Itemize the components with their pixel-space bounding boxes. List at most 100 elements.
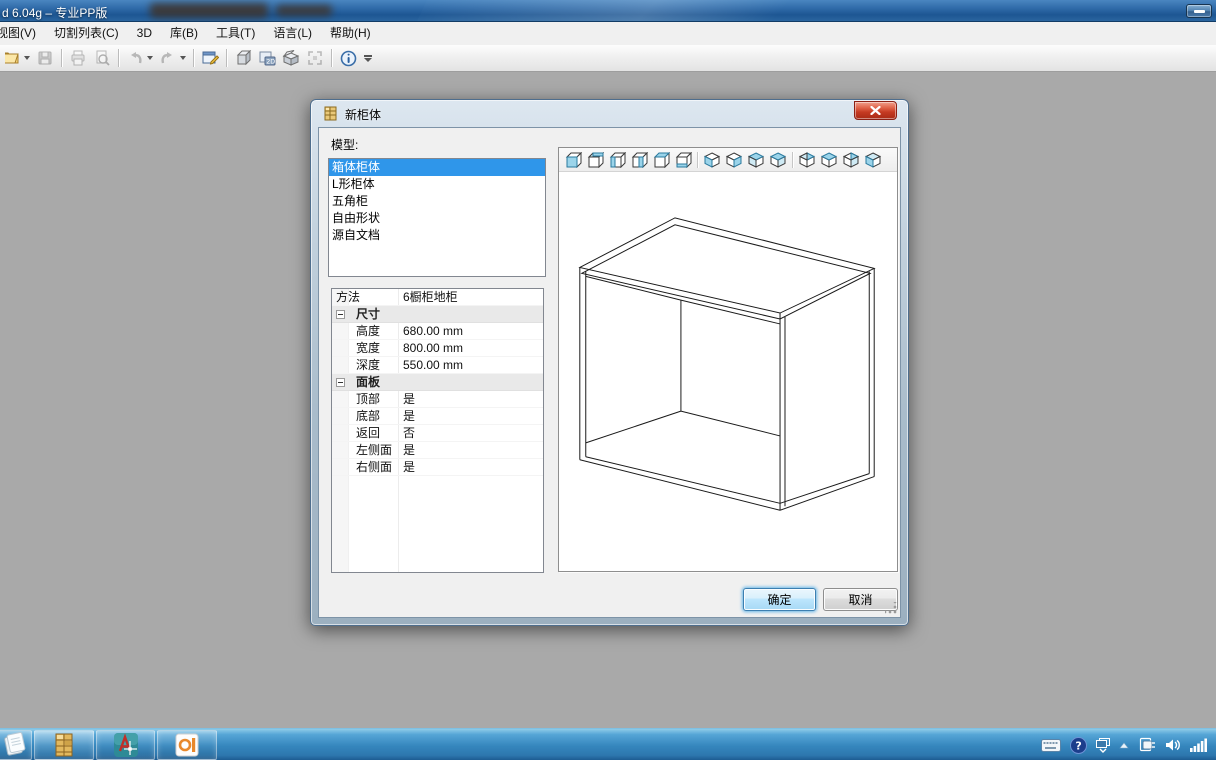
view-toolbar-separator <box>792 151 793 168</box>
blurred-text-region <box>150 3 268 18</box>
collapse-icon[interactable] <box>336 378 345 387</box>
property-row-back[interactable]: 返回 否 <box>332 425 543 442</box>
model-list-item[interactable]: L形柜体 <box>329 176 545 193</box>
property-row-depth[interactable]: 深度 550.00 mm <box>332 357 543 374</box>
taskbar: ? <box>0 728 1216 760</box>
model-list[interactable]: 箱体柜体 L形柜体 五角柜 自由形状 源自文档 <box>328 158 546 277</box>
menu-view[interactable]: 视图(V) <box>0 22 45 45</box>
taskbar-journal-app[interactable] <box>0 730 32 760</box>
property-row-width[interactable]: 宽度 800.00 mm <box>332 340 543 357</box>
corner-view-4[interactable] <box>767 150 789 170</box>
window-restore-icon[interactable] <box>1096 737 1110 753</box>
print-preview-icon[interactable] <box>91 47 113 69</box>
model-list-item[interactable]: 五角柜 <box>329 193 545 210</box>
plug-icon[interactable] <box>1138 737 1156 753</box>
open-dropdown-icon[interactable] <box>24 56 30 60</box>
property-group-dimensions[interactable]: 尺寸 <box>332 306 543 323</box>
view-cube-toolbar <box>559 148 897 172</box>
corner-view-8[interactable] <box>862 150 884 170</box>
app-toolbar: 2D <box>0 45 1216 72</box>
model-list-item[interactable]: 自由形状 <box>329 210 545 227</box>
redo-icon[interactable] <box>157 47 179 69</box>
corner-view-5[interactable] <box>796 150 818 170</box>
screen: d 6.04g – 专业PP版 视图(V) 切割列表(C) 3D 库(B) 工具… <box>0 0 1216 760</box>
property-group-panels[interactable]: 面板 <box>332 374 543 391</box>
toolbar-overflow-icon[interactable] <box>364 54 372 62</box>
2d-glyph: 2D <box>266 58 275 66</box>
toolbar-separator <box>331 49 332 67</box>
menu-help[interactable]: 帮助(H) <box>321 22 380 45</box>
network-signal-icon[interactable] <box>1190 738 1208 752</box>
2d-view-icon[interactable]: 2D <box>256 47 278 69</box>
ok-button[interactable]: 确定 <box>743 588 816 611</box>
undo-dropdown-icon[interactable] <box>147 56 153 60</box>
cabinet-dialog-icon <box>323 106 339 125</box>
property-row-right-side[interactable]: 右侧面 是 <box>332 459 543 476</box>
redo-dropdown-icon[interactable] <box>180 56 186 60</box>
dialog-title: 新柜体 <box>345 108 382 122</box>
minimize-button[interactable] <box>1186 4 1212 18</box>
preview-panel <box>558 147 898 572</box>
keyboard-icon[interactable] <box>1041 738 1061 752</box>
close-icon[interactable] <box>854 101 897 120</box>
toolbar-separator <box>226 49 227 67</box>
properties-icon[interactable] <box>199 47 221 69</box>
volume-icon[interactable] <box>1165 738 1181 752</box>
info-icon[interactable] <box>337 47 359 69</box>
cube-bottom-view[interactable] <box>672 150 694 170</box>
cube-right-view[interactable] <box>628 150 650 170</box>
cube-front-view[interactable] <box>562 150 584 170</box>
model-list-item-selected[interactable]: 箱体柜体 <box>329 159 545 176</box>
cube-left-view[interactable] <box>606 150 628 170</box>
toolbar-separator <box>61 49 62 67</box>
cabinet-wireframe <box>578 217 876 511</box>
open-box-icon[interactable] <box>280 47 302 69</box>
corner-view-2[interactable] <box>723 150 745 170</box>
save-icon[interactable] <box>34 47 56 69</box>
menu-tools[interactable]: 工具(T) <box>207 22 264 45</box>
app-titlebar: d 6.04g – 专业PP版 <box>0 0 1216 22</box>
blurred-text-region <box>276 5 332 16</box>
corner-view-6[interactable] <box>818 150 840 170</box>
show-hidden-icons-icon[interactable] <box>1119 742 1129 749</box>
toolbar-separator <box>193 49 194 67</box>
model-label: 模型: <box>331 138 359 152</box>
menu-library[interactable]: 库(B) <box>161 22 207 45</box>
app-menubar: 视图(V) 切割列表(C) 3D 库(B) 工具(T) 语言(L) 帮助(H) <box>0 22 1216 45</box>
corner-view-1[interactable] <box>701 150 723 170</box>
dialog-body: 模型: 箱体柜体 L形柜体 五角柜 自由形状 源自文档 方法 6橱柜地柜 尺寸 … <box>318 127 901 618</box>
taskbar-cabinet-app[interactable] <box>34 730 94 760</box>
view-toolbar-separator <box>697 151 698 168</box>
system-tray: ? <box>1041 732 1208 758</box>
fit-view-icon[interactable] <box>304 47 326 69</box>
resize-grip[interactable] <box>885 602 897 614</box>
titlebar-gloss <box>399 0 941 21</box>
property-row-height[interactable]: 高度 680.00 mm <box>332 323 543 340</box>
property-row-bottom[interactable]: 底部 是 <box>332 408 543 425</box>
dialog-new-cabinet: 新柜体 模型: 箱体柜体 L形柜体 五角柜 自由形状 源自文档 方法 6橱柜地柜 <box>310 99 909 626</box>
print-icon[interactable] <box>67 47 89 69</box>
property-row-top[interactable]: 顶部 是 <box>332 391 543 408</box>
model-list-item[interactable]: 源自文档 <box>329 227 545 244</box>
menu-language[interactable]: 语言(L) <box>264 22 321 45</box>
taskbar-powerpoint-app[interactable] <box>157 730 217 760</box>
corner-view-3[interactable] <box>745 150 767 170</box>
cube-back-view[interactable] <box>584 150 606 170</box>
cube-top-view[interactable] <box>650 150 672 170</box>
open-icon[interactable] <box>1 47 23 69</box>
menu-cutlist[interactable]: 切割列表(C) <box>45 22 128 45</box>
help-icon[interactable]: ? <box>1070 736 1087 754</box>
corner-view-7[interactable] <box>840 150 862 170</box>
undo-icon[interactable] <box>124 47 146 69</box>
property-row-method[interactable]: 方法 6橱柜地柜 <box>332 289 543 306</box>
taskbar-autocad-app[interactable] <box>96 730 155 760</box>
menu-3d[interactable]: 3D <box>128 22 161 45</box>
property-row-left-side[interactable]: 左侧面 是 <box>332 442 543 459</box>
toolbar-separator <box>118 49 119 67</box>
property-grid: 方法 6橱柜地柜 尺寸 高度 680.00 mm 宽度 800.00 mm 深度 <box>331 288 544 573</box>
svg-text:?: ? <box>1075 739 1081 752</box>
app-title: d 6.04g – 专业PP版 <box>2 6 108 20</box>
collapse-icon[interactable] <box>336 310 345 319</box>
cube-3d-icon[interactable] <box>232 47 254 69</box>
preview-canvas[interactable] <box>559 172 897 571</box>
